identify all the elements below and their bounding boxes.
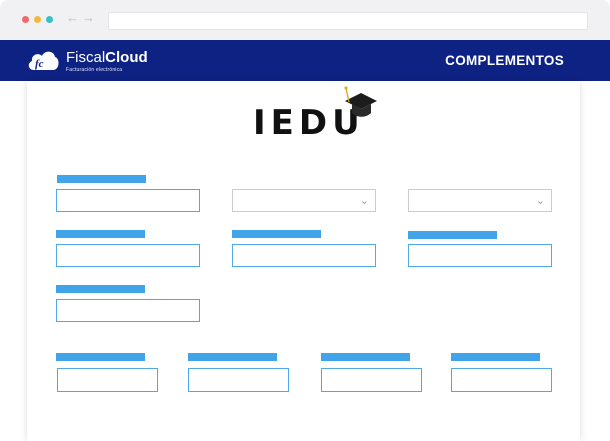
select-field-2[interactable]: ⌄ [408,189,552,212]
text-field-2[interactable] [56,244,200,267]
browser-chrome: ← → [0,0,610,40]
back-arrow-icon[interactable]: ← [66,11,79,25]
field-label-placeholder [232,230,321,238]
maximize-window-dot[interactable] [46,16,53,23]
text-field-1[interactable] [56,189,200,212]
field-label-placeholder [408,231,497,239]
logo-tagline: Facturación electrónica [66,67,123,73]
app-header: fc FiscalCloud Facturación electrónica C… [0,40,610,81]
minimize-window-dot[interactable] [34,16,41,23]
text-field-5[interactable] [56,299,200,322]
cloud-logo-icon: fc [28,51,59,70]
url-bar[interactable] [108,12,588,30]
text-field-7[interactable] [188,368,289,392]
close-window-dot[interactable] [22,16,29,23]
field-label-placeholder [57,175,146,183]
field-label-placeholder [56,230,145,238]
logo-suffix: Cloud [105,49,148,66]
text-field-3[interactable] [232,244,376,267]
chevron-down-icon: ⌄ [359,195,369,207]
select-field-1[interactable]: ⌄ [232,189,376,212]
field-label-placeholder [321,353,410,361]
graduation-cap-icon [344,86,377,117]
chevron-down-icon: ⌄ [535,195,545,207]
logo-wordmark: FiscalCloud [66,49,148,66]
svg-text:fc: fc [35,58,44,70]
nav-complementos[interactable]: COMPLEMENTOS [445,53,564,68]
form-panel: IEDU ⌄ ⌄ [27,81,580,441]
text-field-6[interactable] [57,368,158,392]
forward-arrow-icon[interactable]: → [82,11,95,25]
field-label-placeholder [188,353,277,361]
field-label-placeholder [451,353,540,361]
field-label-placeholder [56,353,145,361]
field-label-placeholder [56,285,145,293]
text-field-8[interactable] [321,368,422,392]
logo-prefix: Fiscal [66,49,106,66]
text-field-9[interactable] [451,368,552,392]
text-field-4[interactable] [408,244,552,267]
